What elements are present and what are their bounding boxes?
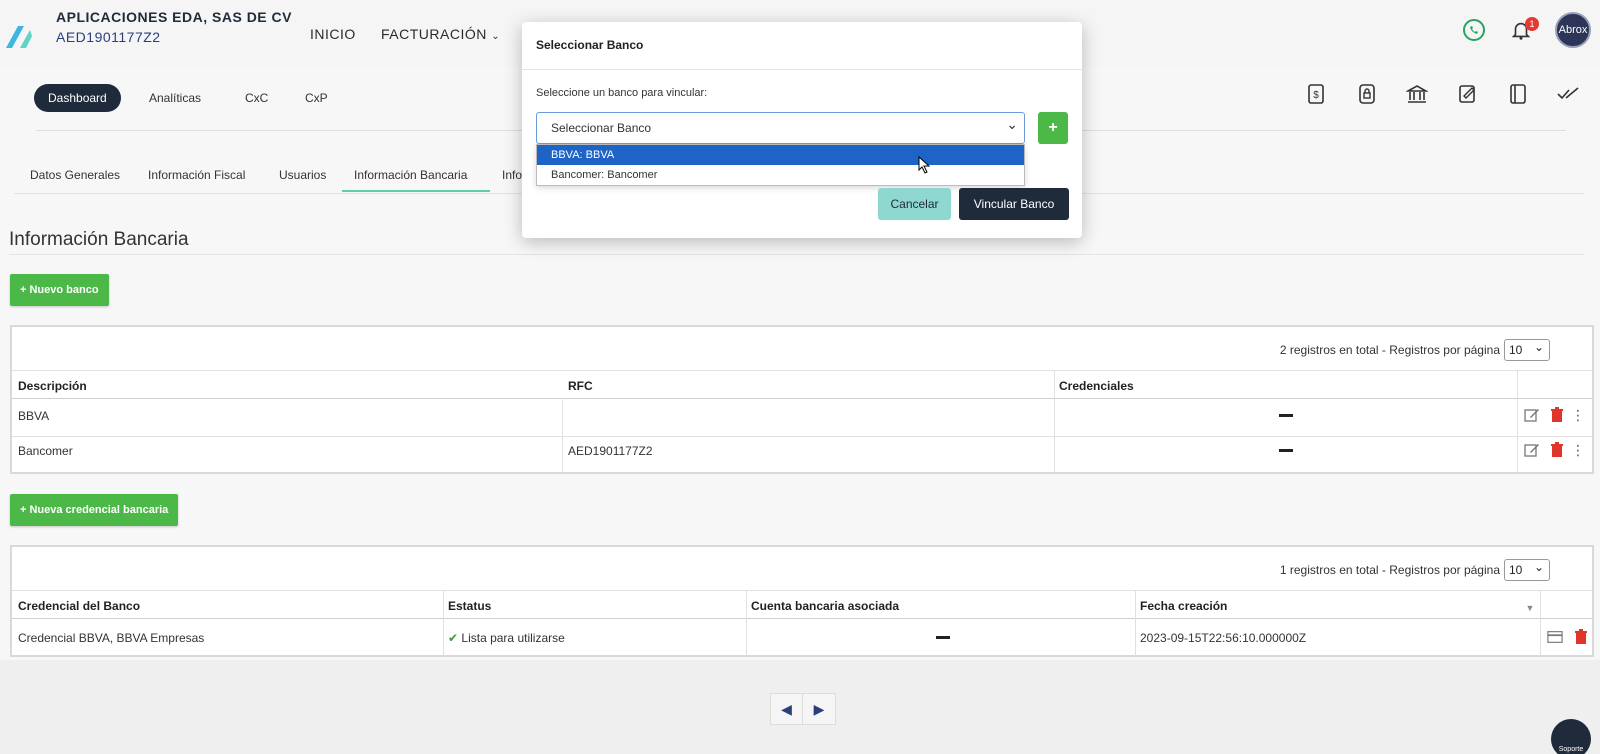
divider [12,398,1592,399]
select-bank-modal: Seleccionar Banco Seleccione un banco pa… [522,22,1082,238]
lock-icon[interactable] [1355,82,1379,106]
whatsapp-icon[interactable] [1460,16,1488,44]
modal-title: Seleccionar Banco [536,38,644,52]
page-title: Información Bancaria [9,229,189,250]
divider [443,590,444,657]
dash-icon [936,636,950,639]
nav-inicio[interactable]: INICIO [310,26,356,42]
divider [522,69,1082,70]
divider [12,618,1592,619]
book-icon[interactable] [1506,82,1530,106]
bank-row-descripcion: Bancomer [18,444,73,458]
banks-table: 2 registros en total - Registros por pág… [10,325,1594,474]
divider [12,436,1592,437]
header-credenciales: Credenciales [1059,379,1134,393]
credentials-per-page-select[interactable]: 10 [1504,557,1550,581]
bank-row-rfc: AED1901177Z2 [568,444,653,458]
nav-cxp[interactable]: CxP [291,84,342,112]
notification-badge: 1 [1525,17,1539,31]
divider [12,590,1592,591]
pagination: ◀ ▶ [770,693,836,725]
chevron-down-icon: ⌄ [491,31,501,42]
card-icon[interactable] [1547,629,1563,645]
dash-icon [1279,414,1293,417]
nav-analiticas[interactable]: Analíticas [135,84,215,112]
nav-dashboard[interactable]: Dashboard [34,84,121,112]
credential-name: Credencial BBVA, BBVA Empresas [18,631,205,645]
bank-option-bancomer[interactable]: Bancomer: Bancomer [537,165,1024,185]
banks-per-page-select[interactable]: 10 [1504,337,1550,361]
invoice-dollar-icon[interactable]: $ [1304,82,1328,106]
company-rfc: AED1901177Z2 [56,29,161,45]
double-check-icon[interactable] [1556,82,1580,106]
more-options-icon[interactable]: ⋮ [1570,407,1586,423]
divider [1135,590,1136,657]
credential-status: ✔ Lista para utilizarse [448,631,565,645]
divider [1517,370,1518,474]
edit-icon[interactable] [1524,407,1540,423]
nav-cxc[interactable]: CxC [231,84,282,112]
nav-facturacion[interactable]: FACTURACIÓN ⌄ [381,26,500,42]
divider [746,590,747,657]
banks-table-info: 2 registros en total - Registros por pág… [1279,343,1500,357]
edit-icon[interactable] [1524,442,1540,458]
header-estatus: Estatus [448,599,492,613]
bank-option-bbva[interactable]: BBVA: BBVA [537,145,1024,165]
app-logo[interactable] [2,20,34,52]
sort-icon[interactable]: ▼ [1522,600,1538,616]
mouse-cursor-icon [918,156,931,174]
divider [1540,590,1541,657]
bank-icon[interactable] [1405,82,1429,106]
tab-info-more[interactable]: Info [502,168,522,182]
link-bank-button[interactable]: Vincular Banco [959,188,1069,220]
prev-page-button[interactable]: ◀ [771,694,804,724]
new-credential-button[interactable]: + Nueva credencial bancaria [10,494,179,526]
tab-informacion-bancaria[interactable]: Información Bancaria [354,168,467,182]
credentials-table: 1 registros en total - Registros por pág… [10,545,1594,657]
next-page-button[interactable]: ▶ [803,694,835,724]
tab-usuarios[interactable]: Usuarios [279,168,326,182]
header-credencial: Credencial del Banco [18,599,141,613]
dash-icon [1279,449,1293,452]
header-cuenta: Cuenta bancaria asociada [751,599,900,613]
nav-facturacion-label: FACTURACIÓN [381,26,487,42]
modal-label: Seleccione un banco para vincular: [536,87,708,99]
status-label: Lista para utilizarse [461,631,565,645]
bank-row-descripcion: BBVA [18,409,50,423]
bank-dropdown: BBVA: BBVA Bancomer: Bancomer [536,144,1025,186]
tab-informacion-fiscal[interactable]: Información Fiscal [148,168,245,182]
avatar[interactable]: Abrox [1555,12,1591,48]
divider [12,370,1592,371]
company-name: APLICACIONES EDA, SAS DE CV [56,9,292,25]
divider [1054,370,1055,474]
add-bank-button[interactable]: + [1038,112,1068,144]
cancel-button[interactable]: Cancelar [878,188,951,220]
credentials-table-info: 1 registros en total - Registros por pág… [1279,563,1500,577]
trash-icon[interactable] [1549,407,1565,423]
active-tab-indicator [342,190,490,192]
bank-select[interactable]: Seleccionar Banco [536,109,1025,144]
trash-icon[interactable] [1549,442,1565,458]
check-icon: ✔ [448,631,459,645]
header-rfc: RFC [568,379,593,393]
support-label: Soporte [1558,746,1584,753]
more-options-icon[interactable]: ⋮ [1570,442,1586,458]
header-fecha: Fecha creación [1140,599,1228,613]
new-bank-button[interactable]: + Nuevo banco [10,274,109,306]
trash-icon[interactable] [1573,629,1589,645]
tab-datos-generales[interactable]: Datos Generales [30,168,120,182]
svg-text:$: $ [1313,90,1319,101]
divider [9,254,1584,255]
support-button[interactable]: Soporte [1551,719,1591,754]
header-descripcion: Descripción [18,379,87,393]
edit-document-icon[interactable] [1456,82,1480,106]
credential-date: 2023-09-15T22:56:10.000000Z [1140,631,1307,645]
